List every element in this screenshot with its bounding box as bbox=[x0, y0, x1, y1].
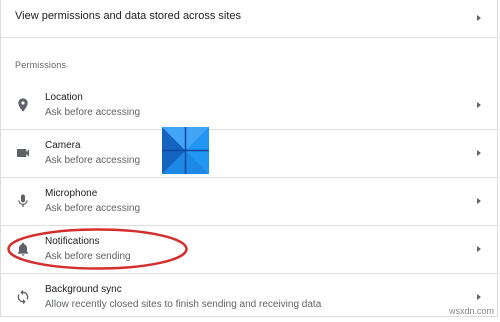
permission-row-location[interactable]: Location Ask before accessing bbox=[1, 82, 499, 130]
chevron-right-icon bbox=[477, 294, 481, 300]
chevron-right-icon bbox=[477, 198, 481, 204]
permissions-heading: Permissions bbox=[15, 60, 67, 70]
permission-title: Location bbox=[45, 92, 83, 103]
camera-icon bbox=[15, 145, 31, 161]
permission-row-microphone[interactable]: Microphone Ask before accessing bbox=[1, 178, 499, 226]
watermark-text: wsxdn.com bbox=[448, 306, 494, 316]
microphone-icon bbox=[15, 193, 31, 209]
chevron-right-icon bbox=[477, 150, 481, 156]
permission-title: Notifications bbox=[45, 236, 100, 247]
sync-icon bbox=[15, 289, 31, 305]
view-site-data-label: View permissions and data stored across … bbox=[15, 10, 242, 22]
permission-row-background-sync[interactable]: Background sync Allow recently closed si… bbox=[1, 274, 499, 322]
permission-title: Microphone bbox=[45, 188, 98, 199]
permission-row-notifications[interactable]: Notifications Ask before sending bbox=[1, 226, 499, 274]
chevron-right-icon bbox=[477, 102, 481, 108]
location-pin-icon bbox=[15, 97, 31, 113]
chevron-right-icon bbox=[477, 15, 481, 21]
permission-subtitle: Ask before accessing bbox=[45, 203, 141, 214]
chevron-right-icon bbox=[477, 246, 481, 252]
permission-title: Background sync bbox=[45, 284, 122, 295]
bell-icon bbox=[15, 241, 31, 257]
permission-title: Camera bbox=[45, 140, 81, 151]
permission-subtitle: Ask before sending bbox=[45, 251, 131, 262]
permission-subtitle: Ask before accessing bbox=[45, 107, 141, 118]
permission-subtitle: Ask before accessing bbox=[45, 155, 141, 166]
permission-subtitle: Allow recently closed sites to finish se… bbox=[45, 299, 322, 310]
view-site-data-link[interactable]: View permissions and data stored across … bbox=[1, 0, 499, 38]
windows-logo-icon bbox=[162, 127, 209, 174]
permission-row-camera[interactable]: Camera Ask before accessing bbox=[1, 130, 499, 178]
